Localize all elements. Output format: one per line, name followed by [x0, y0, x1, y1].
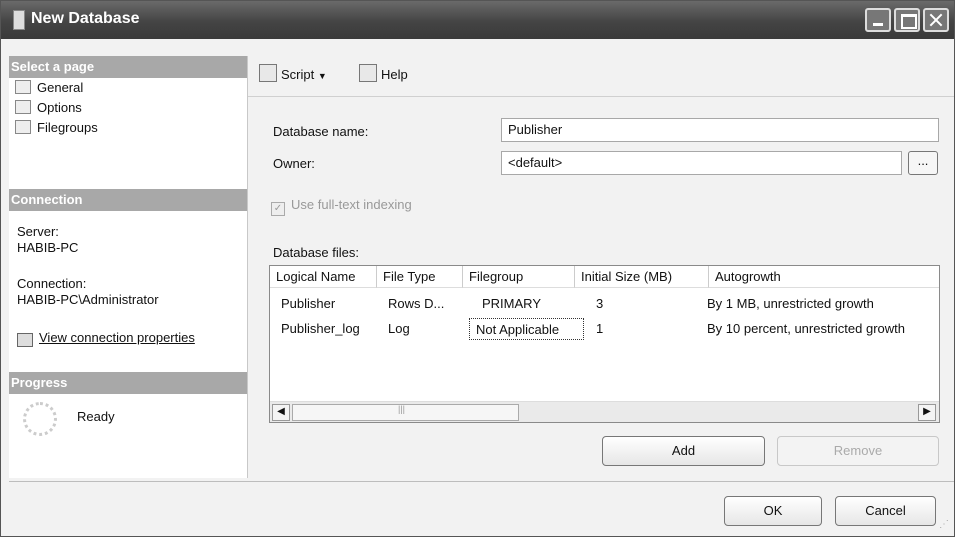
table-cell-focused[interactable]: Not Applicable	[469, 318, 584, 340]
server-value: HABIB-PC	[17, 240, 79, 255]
owner-field[interactable]: <default>	[501, 151, 902, 175]
table-cell[interactable]: PRIMARY	[471, 293, 541, 315]
add-button[interactable]: Add	[602, 436, 765, 466]
script-button[interactable]: Script ▼	[259, 63, 327, 88]
progress-status: Ready	[77, 409, 115, 424]
page-options[interactable]: Options	[15, 98, 82, 118]
table-cell[interactable]: Log	[377, 318, 410, 340]
progress-header: Progress	[9, 372, 247, 394]
table-cell[interactable]: Publisher	[270, 293, 335, 315]
owner-browse-button[interactable]: ...	[908, 151, 938, 175]
connection-value: HABIB-PC\Administrator	[17, 292, 159, 307]
script-label: Script	[281, 67, 315, 82]
maximize-button[interactable]	[894, 8, 920, 32]
title-bar[interactable]: New Database	[1, 1, 954, 39]
page-icon	[15, 100, 31, 114]
table-cell[interactable]: By 10 percent, unrestricted growth	[696, 318, 905, 340]
help-icon	[359, 64, 377, 82]
table-cell[interactable]: Publisher_log	[270, 318, 360, 340]
connection-label: Connection:	[17, 276, 87, 291]
page-general[interactable]: General	[15, 78, 83, 98]
column-header-file-type[interactable]: File Type	[377, 266, 463, 288]
table-cell[interactable]: By 1 MB, unrestricted growth	[696, 293, 874, 315]
view-connection-properties-link[interactable]: View connection properties	[39, 330, 195, 345]
select-page-header: Select a page	[9, 56, 247, 78]
remove-button[interactable]: Remove	[777, 436, 939, 466]
dropdown-arrow-icon[interactable]: ▼	[318, 71, 327, 81]
new-database-dialog: New Database Select a page General Optio…	[0, 0, 955, 537]
minimize-button[interactable]	[865, 8, 891, 32]
table-cell[interactable]: 1	[585, 318, 603, 340]
scroll-left-icon[interactable]: ◀	[272, 404, 290, 421]
column-header-filegroup[interactable]: Filegroup	[463, 266, 575, 288]
column-header-autogrowth[interactable]: Autogrowth	[709, 266, 939, 288]
help-button[interactable]: Help	[359, 63, 408, 87]
scrollbar-thumb[interactable]	[292, 404, 519, 421]
progress-spinner-icon	[23, 402, 57, 436]
cancel-button[interactable]: Cancel	[835, 496, 936, 526]
database-icon	[13, 10, 25, 30]
database-files-grid: Logical Name File Type Filegroup Initial…	[269, 265, 940, 423]
left-panel: Select a page General Options Filegroups…	[9, 56, 248, 478]
window-title: New Database	[31, 10, 140, 27]
page-filegroups-label: Filegroups	[37, 120, 98, 135]
connection-properties-icon	[17, 333, 33, 347]
database-files-label: Database files:	[273, 245, 359, 260]
column-header-initial-size[interactable]: Initial Size (MB)	[575, 266, 709, 288]
help-label: Help	[381, 67, 408, 82]
ok-button[interactable]: OK	[724, 496, 822, 526]
owner-label: Owner:	[273, 156, 315, 171]
checkbox-icon: ✓	[271, 202, 285, 216]
table-cell[interactable]: Rows D...	[377, 293, 444, 315]
page-options-label: Options	[37, 100, 82, 115]
toolbar-divider	[248, 96, 954, 97]
connection-header: Connection	[9, 189, 247, 211]
database-name-label: Database name:	[273, 124, 369, 139]
footer-divider	[9, 481, 954, 482]
column-header-logical-name[interactable]: Logical Name	[270, 266, 377, 288]
fulltext-checkbox[interactable]: ✓ Use full-text indexing	[271, 197, 412, 216]
scroll-right-icon[interactable]: ▶	[918, 404, 936, 421]
page-icon	[15, 120, 31, 134]
close-button[interactable]	[923, 8, 949, 32]
page-icon	[15, 80, 31, 94]
page-filegroups[interactable]: Filegroups	[15, 118, 98, 138]
server-label: Server:	[17, 224, 59, 239]
script-icon	[259, 64, 277, 82]
table-cell[interactable]: 3	[585, 293, 603, 315]
page-general-label: General	[37, 80, 84, 95]
database-name-field[interactable]: Publisher	[501, 118, 939, 142]
horizontal-scrollbar[interactable]: ◀ ▶	[270, 401, 939, 422]
fulltext-label: Use full-text indexing	[291, 197, 412, 212]
resize-grip-icon[interactable]: ⋰	[939, 519, 949, 530]
